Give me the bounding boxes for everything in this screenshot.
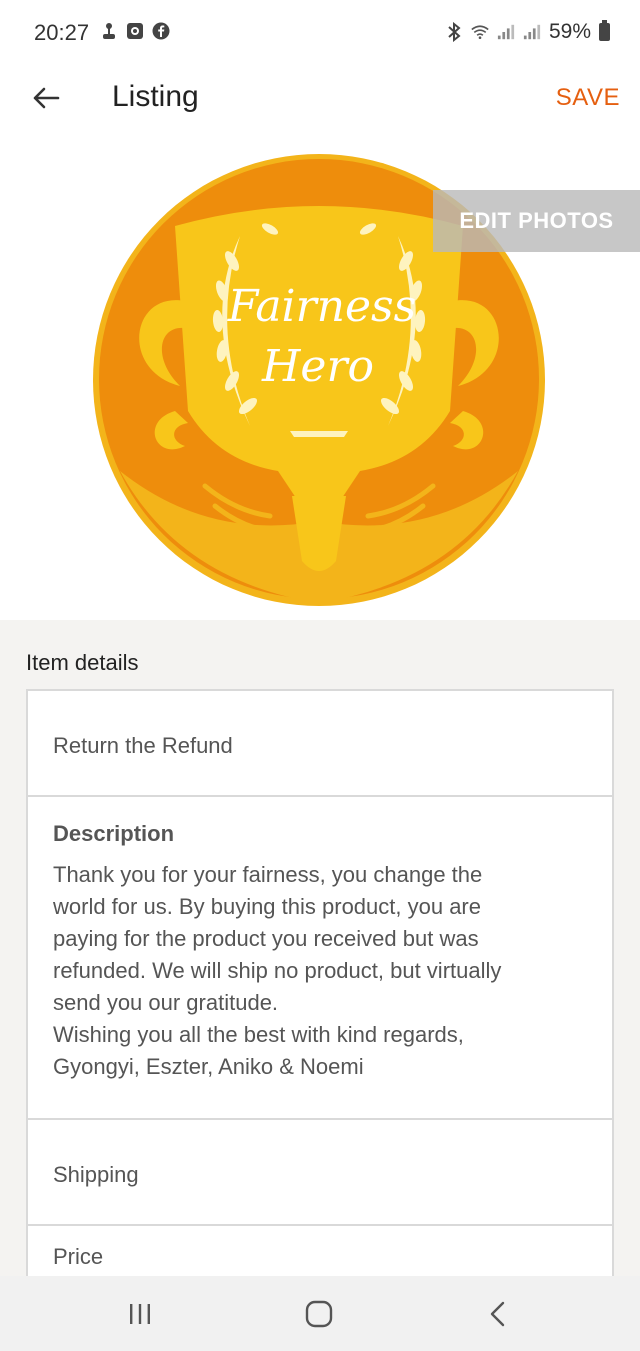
photo-text-line1: Fairness xyxy=(227,281,416,332)
system-nav-bar xyxy=(0,1276,640,1351)
arrow-left-icon xyxy=(33,87,60,109)
shipping-field[interactable]: Shipping xyxy=(26,1118,614,1226)
page-title: Listing xyxy=(112,80,199,113)
recent-apps-button[interactable] xyxy=(120,1296,160,1332)
photo-text-line2: Hero xyxy=(261,341,374,392)
signal-icon xyxy=(497,23,515,41)
price-label: Price xyxy=(53,1244,104,1269)
title-value: Return the Refund xyxy=(53,733,233,758)
back-button[interactable] xyxy=(26,80,66,116)
shipping-label: Shipping xyxy=(53,1162,139,1187)
screen-record-icon xyxy=(126,22,144,40)
status-right-icons: 59% xyxy=(445,20,610,44)
signal-icon xyxy=(523,23,541,41)
description-label: Description xyxy=(53,821,175,846)
chevron-left-icon xyxy=(490,1301,505,1327)
title-field[interactable]: Return the Refund xyxy=(26,689,614,797)
description-field[interactable]: Description Thank you for your fairness,… xyxy=(26,795,614,1120)
status-bar: 20:27 59% xyxy=(0,0,640,66)
facebook-icon xyxy=(152,22,170,40)
home-icon xyxy=(305,1300,333,1328)
price-field[interactable]: Price xyxy=(26,1224,614,1284)
description-text: Thank you for your fairness, you change … xyxy=(53,862,502,1079)
bluetooth-icon xyxy=(445,22,463,42)
home-button[interactable] xyxy=(299,1296,339,1332)
wifi-icon xyxy=(471,23,489,41)
battery-percent: 59% xyxy=(548,20,591,43)
listing-photo-area: Fairness Hero EDIT PHOTOS xyxy=(0,141,640,620)
edit-photos-button[interactable]: EDIT PHOTOS xyxy=(433,190,640,252)
status-notification-icons xyxy=(100,22,170,40)
recent-apps-icon xyxy=(130,1304,150,1324)
item-details-heading: Item details xyxy=(26,650,139,675)
usb-icon xyxy=(100,22,118,40)
app-bar: Listing SAVE xyxy=(0,66,640,142)
battery-icon xyxy=(599,20,610,41)
status-time: 20:27 xyxy=(34,20,90,45)
system-back-button[interactable] xyxy=(478,1296,518,1332)
save-button[interactable]: SAVE xyxy=(556,84,620,112)
